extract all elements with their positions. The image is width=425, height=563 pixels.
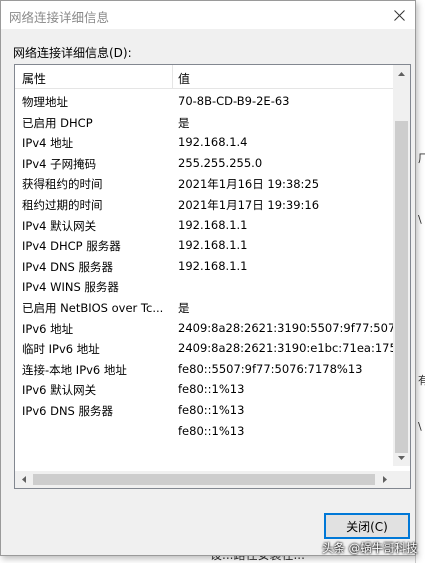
value-cell: fe80::5507:9f77:5076:7178%13 [178, 361, 363, 376]
property-cell: IPv6 默认网关 [22, 383, 97, 398]
window-title: 网络连接详细信息 [9, 10, 110, 25]
table-row[interactable]: 物理地址 70-8B-CD-B9-2E-63 [15, 91, 393, 112]
value-cell: 192.168.1.1 [178, 238, 248, 253]
vertical-scrollbar[interactable] [393, 65, 410, 466]
property-cell: 获得租约的时间 [22, 177, 103, 192]
table-row[interactable]: 已启用 NetBIOS over Tc... 是 [15, 297, 393, 318]
table-row[interactable]: 租约过期的时间 2021年1月17日 19:39:16 [15, 194, 393, 215]
value-cell: 2021年1月16日 19:38:25 [178, 177, 320, 192]
close-icon [393, 9, 405, 21]
property-cell: IPv4 子网掩码 [22, 156, 97, 171]
scroll-up-button[interactable] [393, 65, 410, 82]
table-row[interactable]: 获得租约的时间 2021年1月16日 19:38:25 [15, 173, 393, 194]
table-row[interactable]: IPv4 WINS 服务器 [15, 276, 393, 297]
scrollbar-corner [393, 471, 410, 488]
arrow-down-icon [398, 455, 405, 460]
background-glyph: \ [418, 213, 422, 226]
list-rows: 物理地址 70-8B-CD-B9-2E-63 已启用 DHCP 是 IPv4 地址 1… [15, 91, 393, 465]
table-row[interactable]: IPv6 地址 2409:8a28:2621:3190:5507:9f77:507… [15, 318, 393, 339]
arrow-right-icon [382, 476, 387, 483]
table-row[interactable]: IPv4 默认网关 192.168.1.1 [15, 215, 393, 236]
scroll-down-button[interactable] [393, 449, 410, 466]
horizontal-scrollbar[interactable] [15, 471, 393, 488]
value-cell: fe80::1%13 [178, 382, 245, 397]
value-cell: 70-8B-CD-B9-2E-63 [178, 94, 290, 108]
background-glyph: \ [418, 420, 422, 433]
value-cell: fe80::1%13 [178, 402, 245, 417]
property-cell: 连接-本地 IPv6 地址 [22, 362, 127, 377]
value-cell: 192.168.1.4 [178, 135, 248, 150]
column-header-property[interactable]: 属性 [22, 70, 46, 87]
table-row[interactable]: IPv4 子网掩码 255.255.255.0 [15, 153, 393, 174]
value-cell: 255.255.255.0 [178, 155, 263, 170]
arrow-left-icon [21, 476, 26, 483]
table-row[interactable]: 已启用 DHCP 是 [15, 112, 393, 133]
table-row[interactable]: IPv6 DNS 服务器 fe80::1%13 [15, 400, 393, 421]
arrow-up-icon [398, 71, 405, 76]
value-cell: 2021年1月17日 19:39:16 [178, 197, 320, 212]
table-row[interactable]: IPv6 默认网关 fe80::1%13 [15, 379, 393, 400]
background-window-edge [415, 0, 425, 563]
property-cell: IPv4 DNS 服务器 [22, 259, 114, 274]
scroll-right-button[interactable] [376, 471, 393, 488]
property-cell: IPv4 默认网关 [22, 218, 97, 233]
details-list[interactable]: 属性 值 物理地址 70-8B-CD-B9-2E-63 已启用 DHCP 是 IPv… [14, 64, 411, 489]
value-cell: 192.168.1.1 [178, 217, 248, 232]
value-cell: 2409:8a28:2621:3190:e1bc:71ea:1753 [178, 341, 393, 356]
property-cell: 租约过期的时间 [22, 197, 103, 212]
table-row[interactable]: IPv4 DNS 服务器 192.168.1.1 [15, 256, 393, 277]
property-cell: IPv6 地址 [22, 321, 74, 336]
property-cell: IPv4 WINS 服务器 [22, 280, 119, 295]
close-window-button[interactable] [383, 1, 415, 29]
network-details-dialog: 网络连接详细信息 网络连接详细信息(D): 属性 值 物理地址 70-8B-CD-… [0, 0, 416, 556]
title-bar: 网络连接详细信息 [1, 1, 415, 29]
list-header: 属性 值 [15, 65, 393, 89]
background-glyph: 厂 [418, 152, 425, 165]
column-header-value[interactable]: 值 [178, 70, 190, 87]
details-group-label: 网络连接详细信息(D): [13, 46, 132, 60]
value-cell: 2409:8a28:2621:3190:5507:9f77:5076: [178, 320, 393, 335]
vertical-scroll-thumb[interactable] [395, 121, 408, 453]
table-row[interactable]: 连接-本地 IPv6 地址 fe80::5507:9f77:5076:7178%1… [15, 359, 393, 380]
watermark: 头条 @蜗牛哥科技 [322, 541, 418, 555]
property-cell: 已启用 DHCP [22, 115, 93, 130]
horizontal-scroll-thumb[interactable] [33, 474, 375, 485]
column-divider[interactable] [172, 65, 173, 89]
table-row[interactable]: IPv4 DHCP 服务器 192.168.1.1 [15, 235, 393, 256]
value-cell: fe80::1%13 [178, 423, 245, 438]
property-cell: IPv6 DNS 服务器 [22, 403, 114, 418]
property-cell: 临时 IPv6 地址 [22, 342, 100, 357]
property-cell: 物理地址 [22, 95, 68, 109]
value-cell: 是 [178, 115, 190, 130]
table-row[interactable]: IPv4 地址 192.168.1.4 [15, 132, 393, 153]
scroll-left-button[interactable] [15, 471, 32, 488]
property-cell: 已启用 NetBIOS over Tc... [22, 300, 164, 315]
close-button[interactable]: 关闭(C) [324, 513, 410, 539]
property-cell: IPv4 地址 [22, 136, 74, 151]
value-cell: 是 [178, 300, 190, 315]
value-cell: 192.168.1.1 [178, 258, 248, 273]
table-row[interactable]: fe80::1%13 [15, 421, 393, 442]
table-row[interactable]: 临时 IPv6 地址 2409:8a28:2621:3190:e1bc:71ea:… [15, 338, 393, 359]
background-glyph: 有 [418, 374, 425, 387]
property-cell: IPv4 DHCP 服务器 [22, 239, 121, 254]
